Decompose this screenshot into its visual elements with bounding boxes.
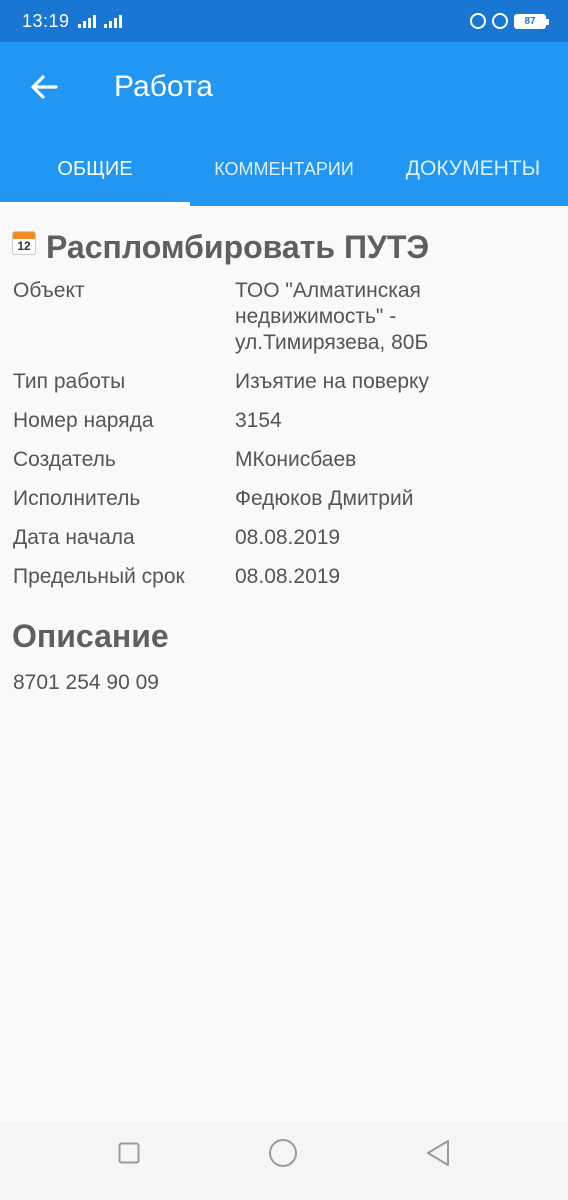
field-row-work-type: Тип работы Изъятие на поверку (0, 369, 568, 395)
page-title: Работа (114, 70, 213, 103)
field-label: Объект (13, 279, 85, 302)
tab-comments[interactable]: КОММЕНТАРИИ (190, 132, 378, 206)
field-value: Федюков Дмитрий (235, 487, 414, 510)
field-row-deadline: Предельный срок 08.08.2019 (0, 564, 568, 590)
back-button[interactable] (14, 57, 74, 117)
description-text: 8701 254 90 09 (13, 671, 159, 694)
calendar-icon: 12 (12, 231, 36, 255)
signal-icon (77, 14, 96, 28)
app-bar: Работа (0, 42, 568, 132)
tab-documents[interactable]: ДОКУМЕНТЫ (378, 132, 568, 206)
back-nav-button[interactable] (425, 1139, 451, 1167)
status-time: 13:19 (22, 10, 70, 31)
system-nav-bar (0, 1122, 568, 1200)
field-label: Создатель (13, 448, 116, 471)
field-value: 08.08.2019 (235, 526, 341, 549)
field-value: 08.08.2019 (235, 565, 341, 588)
field-value: МКонисбаев (235, 448, 357, 471)
work-title-row: 12 Распломбировать ПУТЭ (12, 228, 568, 266)
field-row-creator: Создатель МКонисбаев (0, 447, 568, 473)
field-row-object: Объект ТОО "Алматинская недвижимость" - … (0, 278, 568, 356)
battery-icon: 87 (514, 13, 549, 29)
signal-4g-icon (103, 14, 122, 28)
field-row-order-number: Номер наряда 3154 (0, 408, 568, 434)
work-title: Распломбировать ПУТЭ (46, 228, 430, 265)
field-value: Изъятие на поверку (235, 370, 429, 393)
description-title: Описание (12, 618, 169, 654)
field-list: Объект ТОО "Алматинская недвижимость" - … (0, 278, 568, 590)
arrow-back-icon (31, 75, 58, 99)
field-label: Номер наряда (13, 409, 154, 432)
field-value: 3154 (235, 409, 282, 432)
lock-rotation-icon (470, 13, 486, 29)
field-label: Исполнитель (13, 487, 141, 510)
field-value: ТОО "Алматинская недвижимость" - ул.Тими… (235, 279, 429, 354)
field-row-start-date: Дата начала 08.08.2019 (0, 525, 568, 551)
work-details: 12 Распломбировать ПУТЭ Объект ТОО "Алма… (0, 206, 568, 695)
status-bar: 13:19 87 (0, 0, 568, 42)
field-label: Предельный срок (13, 565, 185, 588)
recent-apps-button[interactable] (118, 1142, 140, 1164)
field-label: Дата начала (13, 526, 135, 549)
field-label: Тип работы (13, 370, 126, 393)
tab-bar: ОБЩИЕ КОММЕНТАРИИ ДОКУМЕНТЫ (0, 132, 568, 206)
home-button[interactable] (268, 1138, 298, 1168)
alarm-icon (492, 13, 508, 29)
field-row-assignee: Исполнитель Федюков Дмитрий (0, 486, 568, 512)
tab-general[interactable]: ОБЩИЕ (0, 132, 190, 206)
